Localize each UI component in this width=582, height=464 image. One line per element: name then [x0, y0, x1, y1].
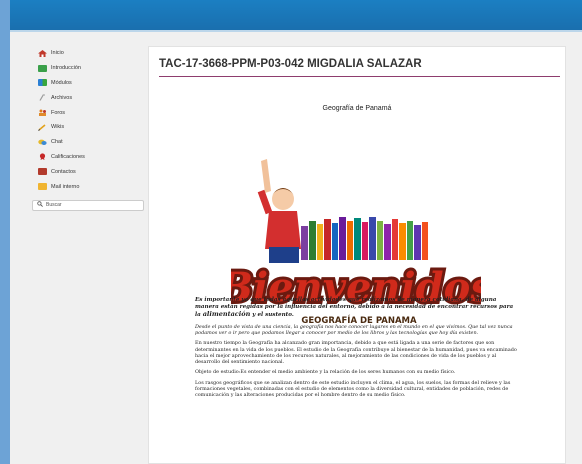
- sidebar-item-label: Wikis: [51, 124, 65, 131]
- sidebar-item-foros[interactable]: Foros: [32, 105, 144, 120]
- forums-icon: [38, 109, 47, 117]
- chat-icon: [38, 139, 47, 146]
- sidebar-item-introduccion[interactable]: Introducción: [32, 61, 144, 76]
- top-bar: [0, 0, 582, 32]
- search-label: Buscar: [46, 202, 62, 209]
- sidebar-item-label: Módulos: [51, 79, 72, 86]
- sidebar-item-modulos[interactable]: Módulos: [32, 76, 144, 91]
- section-heading: Geografía de Panamá: [322, 105, 392, 112]
- sidebar-menu: Inicio Introducción Módulos Archivos For…: [32, 46, 144, 211]
- mail-icon: [38, 183, 47, 191]
- sidebar-item-label: Foros: [51, 109, 66, 116]
- grades-icon: [38, 153, 47, 161]
- sidebar-item-label: Calificaciones: [51, 153, 85, 160]
- books-icon: [301, 217, 428, 260]
- home-icon: [38, 49, 47, 57]
- wiki-icon: [38, 124, 47, 131]
- sidebar-item-label: Mail interno: [51, 183, 80, 190]
- article-body: Es importante ya que todas aquellas acti…: [195, 297, 520, 403]
- sidebar-item-calificaciones[interactable]: Calificaciones: [32, 150, 144, 165]
- sidebar-item-label: Inicio: [51, 50, 64, 57]
- contacts-icon: [38, 168, 47, 176]
- title-divider: [159, 76, 560, 77]
- sidebar-item-mail-interno[interactable]: Mail interno: [32, 179, 144, 194]
- sidebar-item-contactos[interactable]: Contactos: [32, 164, 144, 179]
- modules-icon: [38, 79, 47, 87]
- child-figure-icon: [257, 159, 301, 263]
- page-title: TAC-17-3668-PPM-P03-042 MIGDALIA SALAZAR: [159, 58, 422, 70]
- sidebar-item-label: Chat: [51, 139, 63, 146]
- paragraph: Objeto de estudio:Es entender el medio a…: [195, 369, 456, 376]
- sidebar-item-chat[interactable]: Chat: [32, 135, 144, 150]
- sidebar-item-label: Introducción: [51, 65, 81, 72]
- main-content: TAC-17-3668-PPM-P03-042 MIGDALIA SALAZAR…: [148, 46, 566, 464]
- search-icon: [37, 201, 43, 209]
- sidebar-item-label: Contactos: [51, 168, 76, 175]
- highlight-word: alimentación: [202, 310, 251, 319]
- paragraph: En nuestro tiempo la Geografía ha alcanz…: [195, 340, 517, 366]
- sidebar-item-wikis[interactable]: Wikis: [32, 120, 144, 135]
- intro-paragraph: Es importante ya que todas aquellas acti…: [195, 297, 514, 319]
- search-button[interactable]: Buscar: [32, 199, 144, 211]
- paragraph: Los rasgos geográficos que se analizan d…: [195, 379, 511, 399]
- intro-icon: [38, 64, 47, 72]
- sidebar-item-inicio[interactable]: Inicio: [32, 46, 144, 61]
- paragraph: Desde el punto de vista de una ciencia, …: [195, 323, 513, 336]
- sidebar-item-archivos[interactable]: Archivos: [32, 90, 144, 105]
- files-icon: [38, 94, 47, 102]
- sidebar-item-label: Archivos: [51, 94, 73, 101]
- left-edge-strip: [0, 0, 10, 464]
